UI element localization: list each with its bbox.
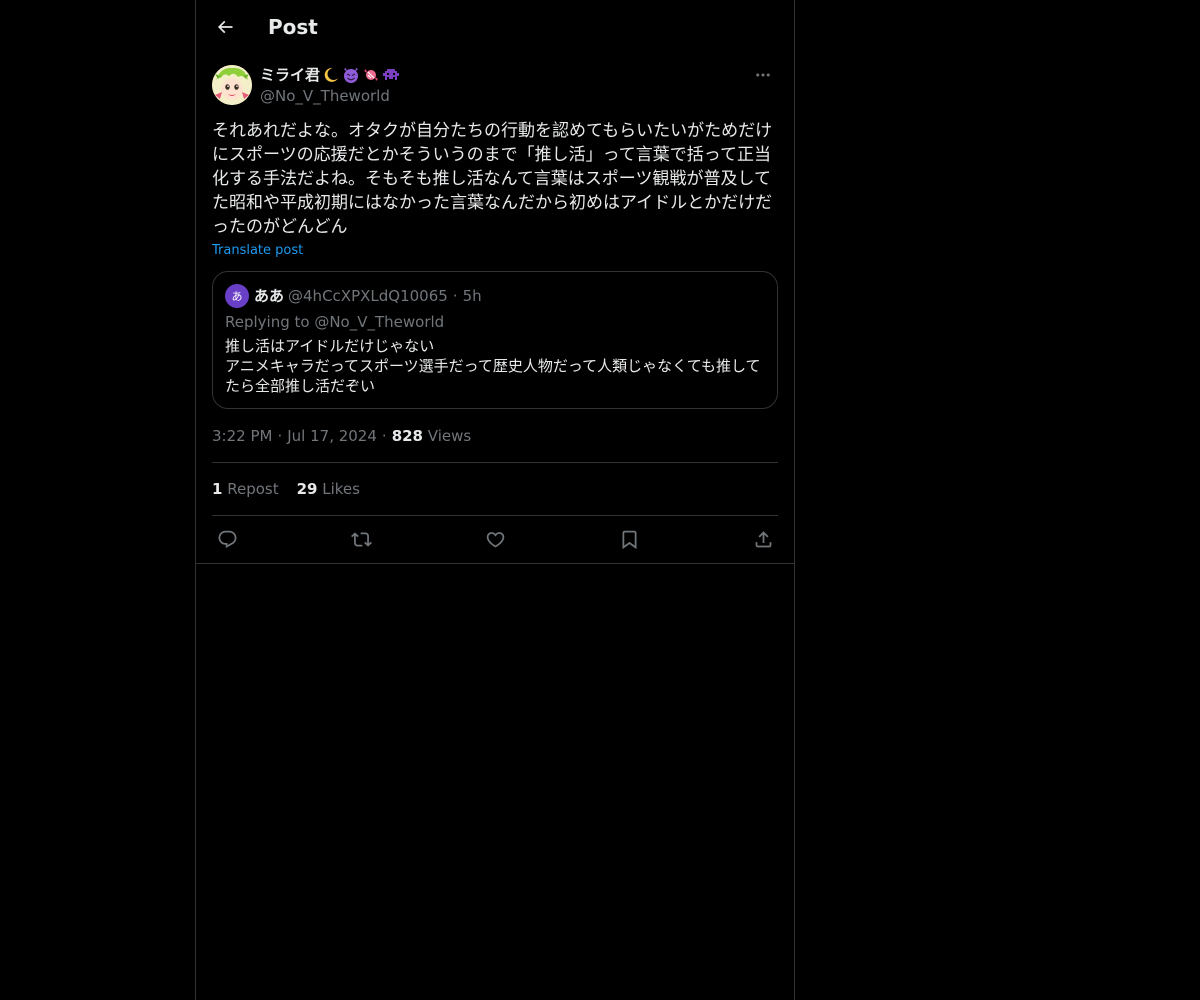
reposts-stat[interactable]: 1 Repost <box>212 480 279 498</box>
post-timestamp: 3:22 PM · Jul 17, 2024 · 828 Views <box>212 426 471 446</box>
alien-monster-icon <box>383 69 400 80</box>
repost-button[interactable] <box>346 524 376 554</box>
views-count: 828 <box>391 427 423 445</box>
avatar-image <box>212 65 252 105</box>
share-button[interactable] <box>748 524 778 554</box>
author-handle[interactable]: @No_V_Theworld <box>260 86 390 106</box>
quote-author-handle: @4hCcXPXLdQ10065 <box>288 287 448 305</box>
timestamp-separator: · <box>277 427 283 445</box>
share-icon <box>755 530 771 547</box>
divider <box>212 515 778 516</box>
translate-post-link[interactable]: Translate post <box>212 242 303 260</box>
crescent-moon-icon <box>324 67 339 82</box>
post-stats: 1 Repost 29 Likes <box>212 479 378 499</box>
quote-author-name: ああ <box>254 287 285 305</box>
reply-button[interactable] <box>212 524 242 554</box>
post-text: それあれだよな。オタクが自分たちの行動を認めてもらいたいがためだけにスポーツの応… <box>212 121 773 237</box>
views-label: Views <box>427 427 472 445</box>
back-arrow-icon <box>217 20 233 34</box>
repost-icon <box>350 531 372 547</box>
quote-text: 推し活はアイドルだけじゃない アニメキャラだってスポーツ選手だって歴史人物だって… <box>225 337 761 395</box>
likes-count: 29 <box>296 480 318 498</box>
quote-avatar[interactable]: あ <box>225 284 249 308</box>
reposts-count: 1 <box>212 480 223 498</box>
quote-separator: · <box>452 287 458 305</box>
page-title: Post <box>268 15 318 39</box>
bookmark-button[interactable] <box>614 524 644 554</box>
reposts-label: Repost <box>227 480 279 498</box>
post-actions <box>212 524 778 554</box>
like-icon <box>486 531 504 548</box>
post-author: ミライ君 @No_V_Theworld <box>212 65 778 107</box>
likes-stat[interactable]: 29 Likes <box>297 480 360 498</box>
post-date[interactable]: Jul 17, 2024 <box>287 427 377 445</box>
views-separator: · <box>381 427 387 445</box>
quote-replying-to: Replying to @No_V_Theworld <box>225 313 445 331</box>
post-column: Post ミライ君 @No_V_Theworld それあれだよな。オタクが自分た… <box>195 0 795 1000</box>
bookmark-icon <box>622 530 636 549</box>
post-bottom-border <box>196 563 794 564</box>
author-name-text: ミライ君 <box>260 66 321 84</box>
post-time[interactable]: 3:22 PM <box>212 427 272 445</box>
smiling-devil-icon <box>344 68 359 83</box>
more-button[interactable] <box>748 65 778 85</box>
quote-time: 5h <box>462 287 482 305</box>
author-display-name[interactable]: ミライ君 <box>260 65 400 85</box>
quote-meta: ああ @4hCcXPXLdQ10065 · 5h <box>254 286 482 306</box>
more-icon <box>756 73 770 77</box>
reply-icon <box>218 530 236 548</box>
post-header: Post <box>196 0 794 53</box>
like-button[interactable] <box>480 524 510 554</box>
quoted-post[interactable]: あ ああ @4hCcXPXLdQ10065 · 5h Replying to @No_… <box>212 271 778 409</box>
likes-label: Likes <box>322 480 360 498</box>
back-button[interactable] <box>208 10 242 44</box>
divider <box>212 462 778 463</box>
candy-icon <box>364 69 379 81</box>
avatar[interactable] <box>212 65 252 105</box>
